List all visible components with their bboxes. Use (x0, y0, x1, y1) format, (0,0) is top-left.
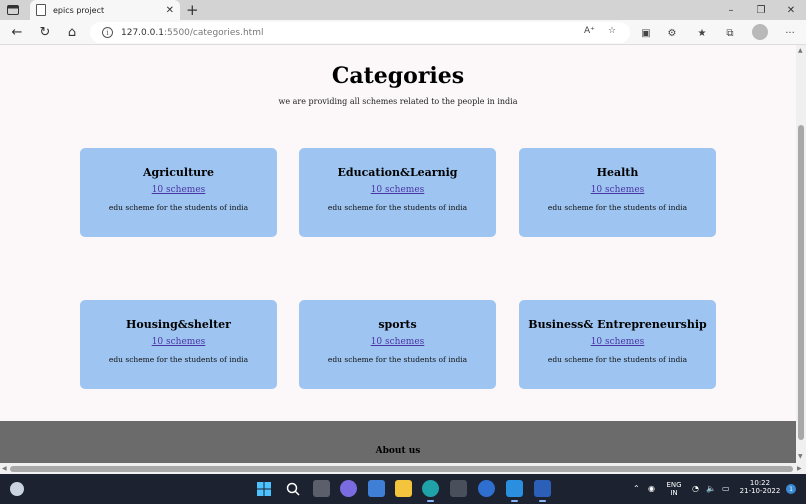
card-schemes-link[interactable]: 10 schemes (80, 185, 277, 195)
weather-icon[interactable] (10, 482, 24, 496)
scroll-right-icon[interactable]: ▶ (797, 465, 802, 472)
browser-toolbar: ← ↻ ⌂ i 127.0.0.1:5500/categories.html A… (0, 20, 806, 45)
notification-badge[interactable]: 1 (786, 484, 796, 494)
defender-icon[interactable]: ◉ (648, 484, 655, 493)
word-icon[interactable] (534, 480, 551, 502)
card-title: Health (596, 166, 639, 179)
horizontal-scrollbar[interactable]: ◀ ▶ (0, 463, 806, 474)
card-title: Housing&shelter (126, 318, 231, 331)
read-aloud-icon[interactable]: A⁺ (584, 26, 595, 36)
tab-title: epics project (53, 5, 105, 15)
site-info-icon[interactable]: i (102, 27, 113, 38)
card-description: edu scheme for the students of india (547, 203, 688, 212)
refresh-icon[interactable]: ↻ (36, 24, 54, 41)
card-description: edu scheme for the students of india (108, 355, 249, 364)
category-card-health: Health 10 schemes edu scheme for the stu… (519, 148, 716, 237)
card-schemes-link[interactable]: 10 schemes (299, 185, 496, 195)
file-explorer-icon[interactable] (395, 480, 412, 497)
language-code: ENG (666, 481, 682, 489)
more-menu-icon[interactable]: ··· (782, 25, 798, 41)
card-schemes-link[interactable]: 10 schemes (80, 337, 277, 347)
tab-actions-icon (7, 5, 19, 15)
edge-icon[interactable] (422, 480, 439, 502)
card-title: Business& Entrepreneurship (528, 318, 707, 331)
footer-title: About us (375, 446, 421, 456)
home-icon[interactable]: ⌂ (63, 24, 81, 41)
category-card-agriculture: Agriculture 10 schemes edu scheme for th… (80, 148, 277, 237)
tab-close-icon[interactable]: ✕ (166, 5, 174, 16)
card-schemes-link[interactable]: 10 schemes (519, 185, 716, 195)
card-schemes-link[interactable]: 10 schemes (299, 337, 496, 347)
url-path: :5500/categories.html (163, 27, 264, 38)
scroll-up-icon[interactable]: ▲ (798, 47, 803, 54)
taskbar: ⌃ ◉ ENG IN ◔ 🔈 ▭ 10:22 21-10-2022 1 (0, 474, 806, 504)
horizontal-scroll-thumb[interactable] (10, 466, 793, 472)
address-bar[interactable]: i 127.0.0.1:5500/categories.html A⁺ ☆ (90, 22, 630, 43)
card-description: edu scheme for the students of india (547, 355, 688, 364)
chat-icon[interactable] (340, 480, 357, 497)
vscode-icon[interactable] (506, 480, 523, 502)
wifi-icon[interactable]: ◔ (692, 484, 699, 493)
favorites-icon[interactable]: ★ (694, 25, 710, 41)
start-icon[interactable] (257, 482, 271, 496)
url-host: 127.0.0.1 (121, 27, 164, 38)
region-code: IN (670, 489, 678, 497)
add-favorite-icon[interactable]: ☆ (608, 26, 616, 36)
window-controls: – ❐ ✕ (716, 0, 806, 20)
widgets-icon[interactable] (368, 480, 385, 497)
category-card-business: Business& Entrepreneurship 10 schemes ed… (519, 300, 716, 389)
url-text: 127.0.0.1:5500/categories.html (121, 28, 263, 38)
card-description: edu scheme for the students of india (327, 355, 468, 364)
puzzle-icon[interactable]: ⚙ (664, 25, 680, 41)
clock-time: 10:22 (749, 479, 771, 487)
tray-chevron-icon[interactable]: ⌃ (633, 484, 640, 493)
tab-strip: epics project ✕ + – ❐ ✕ (0, 0, 806, 20)
clock-date: 21-10-2022 (739, 487, 781, 495)
page-title: Categories (331, 63, 465, 89)
app-icon[interactable] (478, 480, 495, 497)
collections-icon[interactable]: ⧉ (722, 25, 738, 41)
category-card-sports: sports 10 schemes edu scheme for the stu… (299, 300, 496, 389)
back-icon[interactable]: ← (8, 24, 26, 41)
vertical-scrollbar[interactable]: ▲ ▼ (796, 45, 806, 463)
scroll-left-icon[interactable]: ◀ (2, 465, 7, 472)
profile-avatar[interactable] (752, 24, 768, 40)
page-icon (36, 4, 46, 16)
scroll-down-icon[interactable]: ▼ (798, 453, 803, 460)
footer: About us (0, 421, 796, 463)
search-icon[interactable] (286, 482, 300, 496)
store-icon[interactable] (450, 480, 467, 497)
restore-icon[interactable]: ❐ (746, 0, 776, 20)
card-schemes-link[interactable]: 10 schemes (519, 337, 716, 347)
window-close-icon[interactable]: ✕ (776, 0, 806, 20)
battery-icon[interactable]: ▭ (722, 484, 730, 493)
task-view-icon[interactable] (313, 480, 330, 497)
extension-icon[interactable]: ▣ (638, 25, 654, 41)
browser-tab[interactable]: epics project ✕ (30, 0, 180, 20)
category-card-education: Education&Learnig 10 schemes edu scheme … (299, 148, 496, 237)
card-title: sports (378, 318, 417, 331)
card-description: edu scheme for the students of india (108, 203, 249, 212)
card-title: Agriculture (143, 166, 214, 179)
clock[interactable]: 10:22 21-10-2022 (737, 479, 783, 495)
card-title: Education&Learnig (337, 166, 458, 179)
new-tab-icon[interactable]: + (186, 1, 199, 19)
card-description: edu scheme for the students of india (327, 203, 468, 212)
volume-icon[interactable]: 🔈 (706, 484, 716, 493)
minimize-icon[interactable]: – (716, 0, 746, 20)
vertical-scroll-thumb[interactable] (798, 125, 804, 440)
page-subtitle: we are providing all schemes related to … (278, 97, 518, 106)
page-viewport: Categories we are providing all schemes … (0, 45, 796, 463)
tab-actions-button[interactable] (4, 2, 22, 18)
category-card-housing: Housing&shelter 10 schemes edu scheme fo… (80, 300, 277, 389)
language-indicator[interactable]: ENG IN (664, 481, 684, 497)
